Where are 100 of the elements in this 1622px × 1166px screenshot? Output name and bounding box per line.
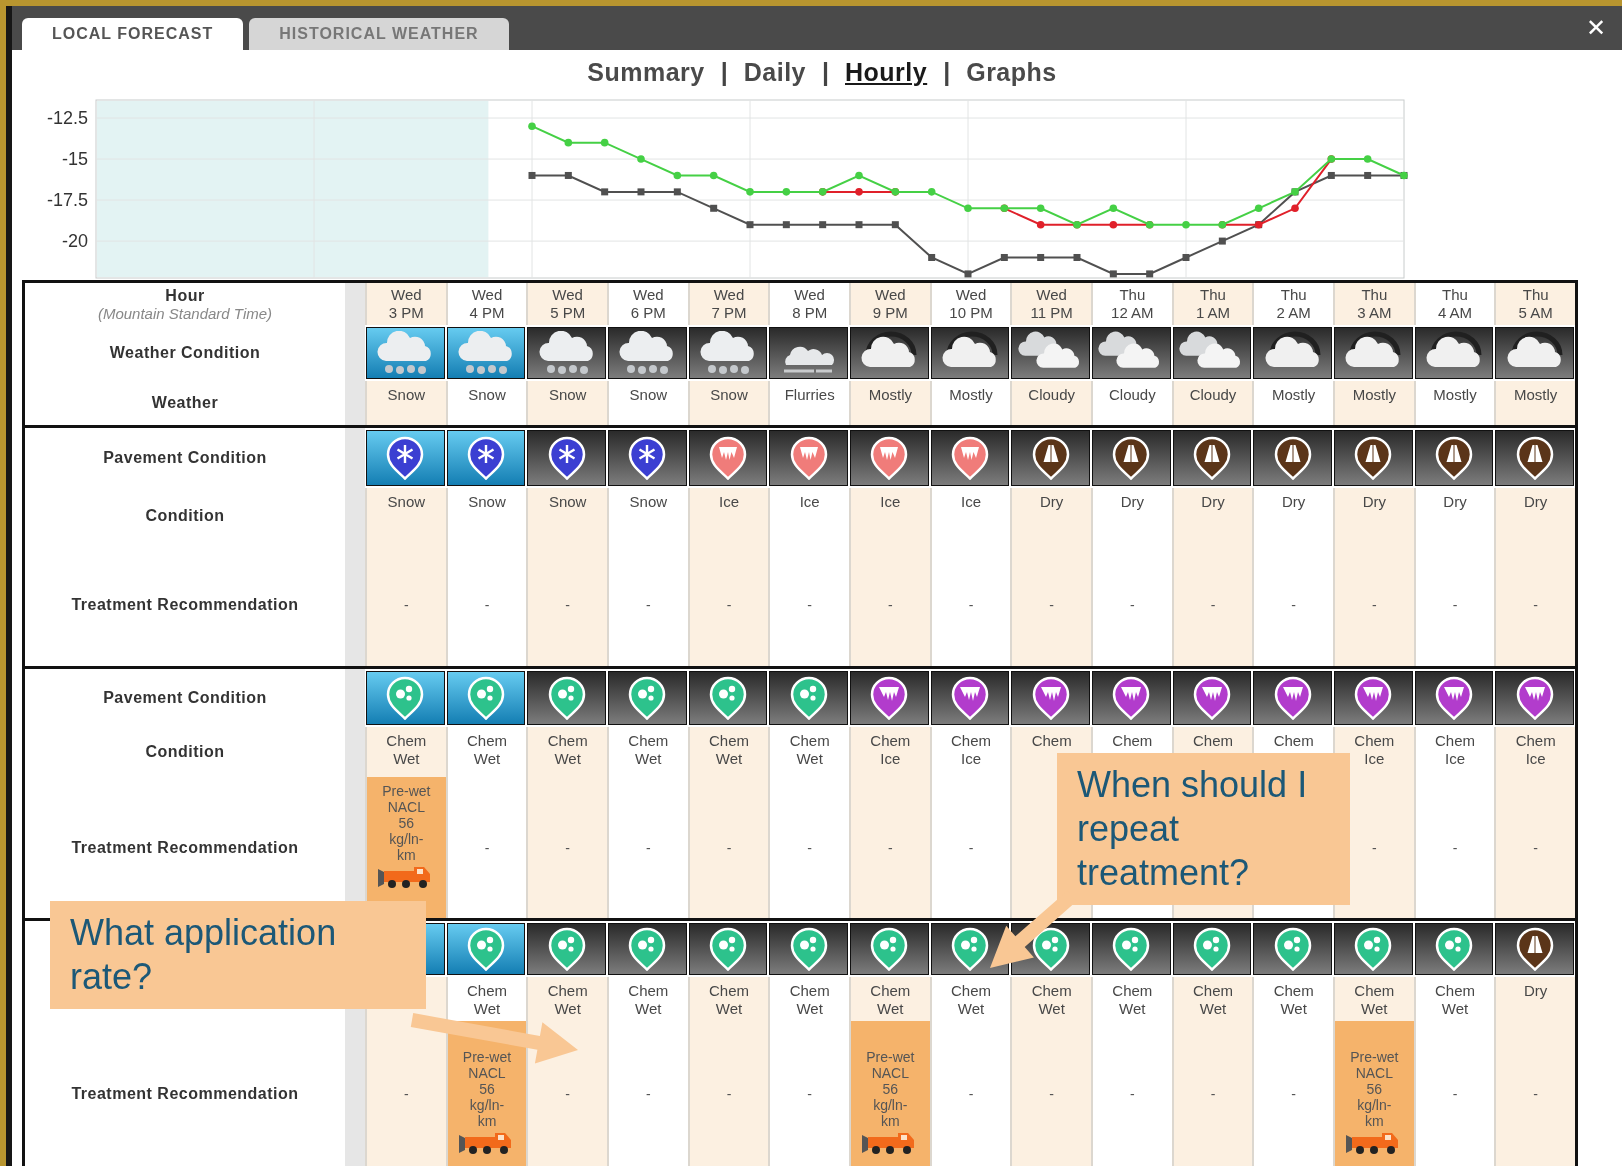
tab[interactable]: LOCAL FORECAST bbox=[22, 18, 244, 50]
treatment-text: - bbox=[565, 1085, 570, 1102]
treatment-text: - bbox=[565, 839, 570, 856]
droplet-marker-icon bbox=[385, 676, 426, 720]
data-point bbox=[564, 138, 573, 147]
data-point bbox=[1182, 220, 1190, 229]
droplet-marker-icon bbox=[546, 676, 587, 720]
weather-cell: Mostly bbox=[849, 381, 930, 425]
treatment-text: - bbox=[1452, 839, 1458, 856]
row-label: Weather Condition bbox=[109, 344, 261, 362]
data-point bbox=[1036, 204, 1045, 213]
nav-link[interactable]: Summary bbox=[587, 58, 705, 87]
data-point bbox=[928, 254, 936, 261]
condition-cell: Dry bbox=[1494, 977, 1575, 1021]
treatment-text: - bbox=[1210, 1085, 1216, 1102]
data-point bbox=[1109, 220, 1118, 229]
weather-cell: Snow bbox=[687, 381, 769, 425]
weather-cell: Cloudy bbox=[1171, 381, 1253, 425]
separator: | bbox=[943, 58, 951, 87]
row-label: Condition bbox=[145, 507, 225, 525]
droplet-marker-icon bbox=[1192, 927, 1232, 971]
condition-cell: Chem Wet bbox=[1010, 977, 1091, 1021]
data-point bbox=[1254, 204, 1263, 213]
data-point bbox=[855, 171, 863, 180]
treatment-text: - bbox=[1533, 839, 1538, 856]
treatment-text: - bbox=[1130, 1085, 1135, 1102]
hour-cell: Wed 9 PM bbox=[849, 283, 930, 325]
data-point bbox=[1400, 171, 1408, 180]
treatment-text: - bbox=[726, 597, 732, 613]
condition-cell: Chem Wet bbox=[526, 977, 607, 1021]
data-point bbox=[1218, 237, 1226, 245]
treatment-text: - bbox=[807, 1085, 812, 1102]
road-marker-icon bbox=[1353, 436, 1394, 480]
treatment-text: - bbox=[968, 839, 974, 856]
data-point bbox=[1036, 220, 1045, 229]
icicle-marker-icon bbox=[1434, 676, 1474, 720]
nav-link[interactable]: Hourly bbox=[845, 58, 928, 87]
condition-cell: Snow bbox=[526, 488, 607, 544]
nav-link[interactable]: Graphs bbox=[966, 58, 1057, 87]
axis-tick-label: -20 bbox=[62, 231, 88, 252]
data-point bbox=[673, 188, 681, 196]
icicle-marker-icon bbox=[869, 436, 910, 480]
droplet-marker-icon bbox=[1111, 927, 1152, 971]
treatment-text: - bbox=[1452, 1085, 1458, 1102]
road-marker-icon bbox=[1111, 436, 1152, 480]
condition-cell: Snow bbox=[365, 488, 446, 544]
hour-cell: Wed 5 PM bbox=[526, 283, 607, 325]
condition-cell: Ice bbox=[849, 488, 930, 544]
axis-tick-label: -15 bbox=[62, 149, 88, 170]
data-point bbox=[528, 171, 536, 179]
condition-cell: Ice bbox=[687, 488, 769, 544]
data-point bbox=[1254, 220, 1263, 229]
road-marker-icon bbox=[1514, 436, 1555, 480]
treatment-text: - bbox=[404, 1085, 409, 1102]
weather-cell: Cloudy bbox=[1010, 381, 1091, 425]
droplet-marker-icon bbox=[627, 927, 668, 971]
treatment-text: - bbox=[726, 839, 732, 856]
data-point bbox=[637, 155, 645, 163]
icicle-marker-icon bbox=[1353, 676, 1394, 720]
treatment-text: - bbox=[1533, 597, 1538, 613]
snowflake-marker-icon bbox=[466, 436, 506, 480]
data-point bbox=[855, 188, 863, 196]
data-point bbox=[709, 171, 718, 180]
row-label: Weather bbox=[151, 394, 219, 412]
droplet-marker-icon bbox=[546, 927, 587, 971]
weather-cell: Snow bbox=[526, 381, 607, 425]
treatment-text: - bbox=[1291, 1085, 1296, 1102]
data-point bbox=[637, 188, 645, 196]
droplet-marker-icon bbox=[1272, 927, 1313, 971]
row-label: Condition bbox=[145, 743, 225, 761]
treatment-text: - bbox=[1049, 597, 1054, 613]
droplet-marker-icon bbox=[708, 676, 748, 720]
treatment-text: - bbox=[484, 839, 490, 856]
droplet-marker-icon bbox=[1434, 927, 1474, 971]
data-point bbox=[1000, 254, 1008, 261]
condition-cell: Chem Wet bbox=[849, 977, 930, 1021]
icicle-marker-icon bbox=[950, 676, 990, 720]
row-label: Treatment Recommendation bbox=[71, 838, 299, 857]
weather-cell: Snow bbox=[365, 381, 446, 425]
hour-cell: Wed 11 PM bbox=[1010, 283, 1091, 325]
separator: | bbox=[720, 58, 728, 87]
icicle-marker-icon bbox=[1514, 676, 1555, 720]
data-point bbox=[528, 122, 536, 131]
hour-cell: Wed 7 PM bbox=[687, 283, 769, 325]
data-point bbox=[1182, 254, 1190, 261]
droplet-marker-icon bbox=[1353, 927, 1394, 971]
close-button[interactable]: ✕ bbox=[1581, 14, 1610, 42]
data-point bbox=[1109, 270, 1117, 278]
treatment-text: - bbox=[646, 1085, 651, 1102]
hour-cell: Thu 5 AM bbox=[1494, 283, 1575, 325]
condition-cell: Chem Wet bbox=[1171, 977, 1253, 1021]
data-point bbox=[782, 221, 790, 229]
road-marker-icon bbox=[1192, 436, 1232, 480]
treatment-text: - bbox=[1291, 597, 1296, 613]
data-point bbox=[891, 221, 899, 229]
nav-link[interactable]: Daily bbox=[743, 58, 806, 87]
droplet-marker-icon bbox=[788, 927, 829, 971]
treatment-text: - bbox=[1130, 597, 1135, 613]
treatment-text: Pre-wet NACL 56 kg/ln-km bbox=[865, 1049, 916, 1129]
data-point bbox=[746, 221, 754, 229]
